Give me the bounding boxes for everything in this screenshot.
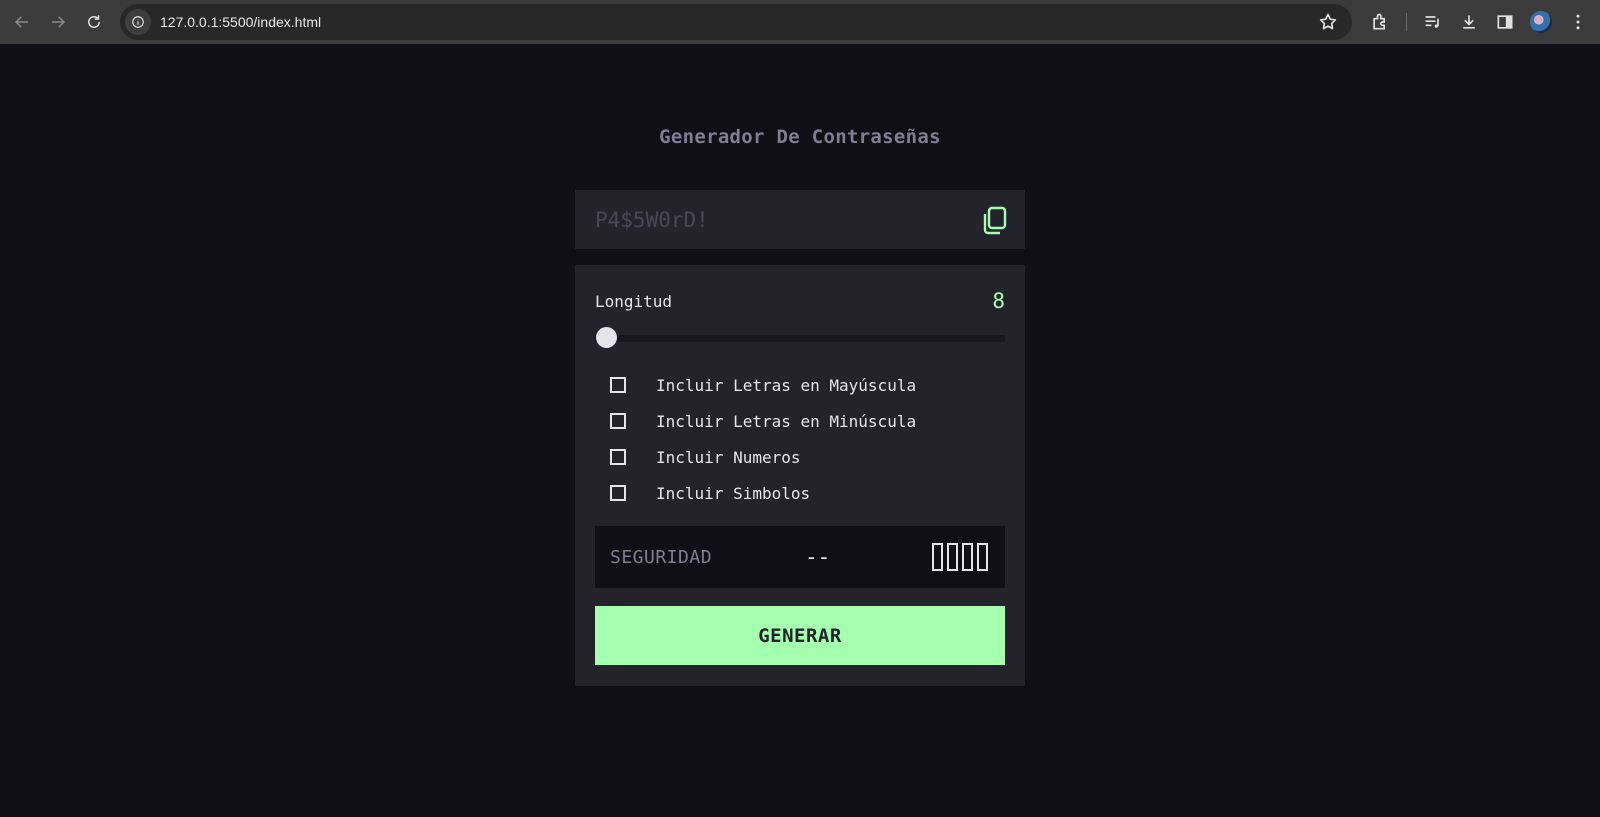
site-info-button[interactable] (125, 9, 151, 35)
url-text[interactable]: 127.0.0.1:5500/index.html (160, 14, 321, 30)
strength-bar (977, 543, 988, 571)
media-control-icon (1425, 16, 1439, 28)
strength-bar (962, 543, 973, 571)
password-text: P4$5W0rD! (595, 207, 709, 232)
length-label: Longitud (595, 291, 673, 311)
strength-value: -- (805, 545, 831, 569)
length-slider-track[interactable] (595, 335, 1005, 342)
more-menu-icon (1576, 14, 1580, 30)
reload-button[interactable] (76, 4, 112, 40)
extensions-icon (1373, 13, 1385, 30)
copy-icon[interactable] (981, 206, 1007, 236)
option-symbols[interactable]: Incluir Simbolos (610, 481, 810, 505)
forward-icon (52, 16, 66, 28)
toolbar-separator (1406, 13, 1407, 31)
media-control-button[interactable] (1422, 11, 1444, 33)
option-uppercase[interactable]: Incluir Letras en Mayúscula (610, 373, 916, 397)
length-value: 8 (992, 289, 1005, 313)
length-slider-thumb[interactable] (596, 327, 617, 348)
strength-label: SEGURIDAD (610, 546, 713, 568)
reload-icon (88, 15, 100, 28)
option-lowercase[interactable]: Incluir Letras en Minúscula (610, 409, 916, 433)
settings-panel: Longitud 8 Incluir Letras en Mayúscula I… (575, 265, 1025, 686)
browser-toolbar: 127.0.0.1:5500/index.html (0, 0, 1600, 44)
downloads-button[interactable] (1458, 11, 1480, 33)
strength-bar (932, 543, 943, 571)
downloads-icon (1463, 15, 1475, 29)
site-info-icon (132, 16, 144, 28)
uppercase-checkbox[interactable] (610, 377, 626, 393)
numbers-checkbox[interactable] (610, 449, 626, 465)
symbols-label: Incluir Simbolos (656, 483, 811, 503)
side-panel-icon (1497, 15, 1513, 29)
address-bar[interactable]: 127.0.0.1:5500/index.html (120, 4, 1352, 40)
extensions-button[interactable] (1369, 11, 1391, 33)
forward-button[interactable] (40, 4, 76, 40)
password-display: P4$5W0rD! (575, 190, 1025, 249)
back-icon (14, 16, 28, 28)
numbers-label: Incluir Numeros (656, 447, 801, 467)
profile-avatar[interactable] (1530, 11, 1552, 33)
more-menu-button[interactable] (1567, 11, 1589, 33)
strength-bar (947, 543, 958, 571)
bookmark-star-icon[interactable] (1318, 12, 1338, 32)
password-generator: Generador De Contraseñas P4$5W0rD! Longi… (575, 100, 1025, 686)
strength-meter: SEGURIDAD -- (595, 526, 1005, 588)
back-button[interactable] (4, 4, 40, 40)
side-panel-button[interactable] (1494, 11, 1516, 33)
uppercase-label: Incluir Letras en Mayúscula (656, 375, 917, 395)
generate-button[interactable]: GENERAR (595, 606, 1005, 665)
lowercase-checkbox[interactable] (610, 413, 626, 429)
symbols-checkbox[interactable] (610, 485, 626, 501)
page-title: Generador De Contraseñas (659, 126, 941, 148)
lowercase-label: Incluir Letras en Minúscula (656, 411, 917, 431)
option-numbers[interactable]: Incluir Numeros (610, 445, 801, 469)
strength-bars (932, 543, 988, 571)
length-row: Longitud 8 (595, 289, 1005, 313)
